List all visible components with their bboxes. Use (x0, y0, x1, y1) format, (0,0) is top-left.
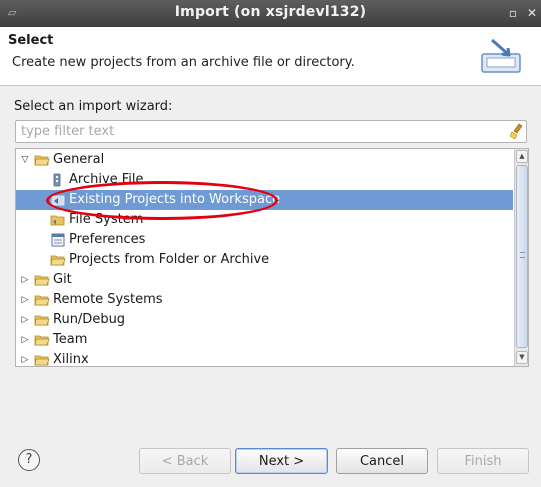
filter-box[interactable] (15, 120, 527, 143)
tree-item-existing-projects[interactable]: Existing Projects into Workspace (16, 190, 513, 210)
archive-icon (53, 173, 61, 187)
tree-item-archive-file[interactable]: Archive File (16, 170, 513, 190)
tree-item-xilinx[interactable]: ▷ Xilinx (16, 350, 513, 367)
folder-icon (34, 295, 50, 306)
folder-icon (34, 355, 50, 366)
header-banner: Select Create new projects from an archi… (0, 27, 541, 86)
collapsed-arrow-icon[interactable]: ▷ (19, 350, 31, 366)
tree-scrollbar[interactable]: ▲ ▼ (514, 149, 528, 366)
import-dialog: ▱ Import (on xsjrdevl132) ▫ ✕ Select Cre… (0, 0, 541, 487)
tree-item-preferences[interactable]: Preferences (16, 230, 513, 250)
wizard-label: Select an import wizard: (14, 99, 173, 114)
folder-icon (34, 335, 50, 346)
collapsed-arrow-icon[interactable]: ▷ (19, 310, 31, 330)
title-bar[interactable]: ▱ Import (on xsjrdevl132) ▫ ✕ (0, 0, 541, 27)
scroll-down-arrow-icon[interactable]: ▼ (516, 351, 528, 364)
tree-item-general[interactable]: ▽ General (16, 150, 513, 170)
filter-input[interactable] (19, 123, 499, 140)
grip-icon (520, 252, 525, 258)
tree-item-label: File System (69, 212, 144, 227)
back-button[interactable]: < Back (139, 448, 231, 474)
tree-item-file-system[interactable]: File System (16, 210, 513, 230)
cancel-button[interactable]: Cancel (336, 448, 428, 474)
close-button[interactable]: ✕ (525, 5, 539, 21)
wizard-tree[interactable]: ▽ General Archive File Existing Projects… (15, 148, 529, 367)
tree-item-label: Remote Systems (53, 292, 163, 307)
tree-item-label: Run/Debug (53, 312, 126, 327)
collapsed-arrow-icon[interactable]: ▷ (19, 290, 31, 310)
collapsed-arrow-icon[interactable]: ▷ (19, 330, 31, 350)
collapsed-arrow-icon[interactable]: ▷ (19, 270, 31, 290)
tree-item-team[interactable]: ▷ Team (16, 330, 513, 350)
open-folder-icon (34, 155, 50, 166)
clear-filter-icon[interactable] (510, 123, 524, 140)
tree-item-label: Preferences (69, 232, 146, 247)
folder-icon (34, 315, 50, 326)
next-button[interactable]: Next > (235, 448, 328, 474)
import-wizard-icon (481, 38, 521, 73)
minimize-button[interactable]: ▫ (506, 5, 520, 21)
help-icon[interactable]: ? (18, 449, 40, 471)
project-icon (51, 195, 65, 206)
tree-item-label: Git (53, 272, 72, 287)
tree-item-label: Xilinx (53, 352, 89, 367)
finish-button[interactable]: Finish (437, 448, 529, 474)
tree-item-run-debug[interactable]: ▷ Run/Debug (16, 310, 513, 330)
scroll-thumb[interactable] (516, 165, 528, 348)
tree-item-label: Projects from Folder or Archive (69, 252, 270, 267)
tree-item-label: Archive File (69, 172, 144, 187)
folder-icon (34, 275, 50, 286)
expanded-arrow-icon[interactable]: ▽ (19, 150, 31, 170)
window-title: Import (on xsjrdevl132) (174, 4, 367, 20)
tree-item-label: Existing Projects into Workspace (69, 192, 281, 207)
scroll-up-arrow-icon[interactable]: ▲ (516, 150, 528, 163)
folder-icon (50, 255, 66, 266)
tree-item-remote-systems[interactable]: ▷ Remote Systems (16, 290, 513, 310)
tree-item-label: General (53, 152, 105, 167)
tree-item-projects-from-folder[interactable]: Projects from Folder or Archive (16, 250, 513, 270)
page-title: Select (8, 33, 54, 48)
tree-item-label: Team (53, 332, 88, 347)
folder-icon (50, 215, 65, 226)
page-description: Create new projects from an archive file… (12, 55, 355, 70)
preferences-icon (51, 233, 65, 247)
tree-item-git[interactable]: ▷ Git (16, 270, 513, 290)
